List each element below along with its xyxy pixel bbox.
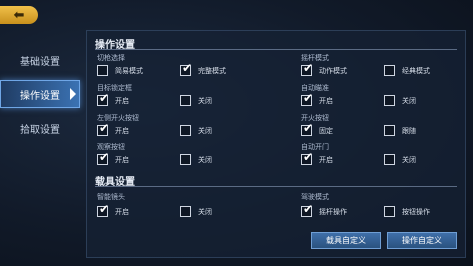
sidebar-item-basic-settings[interactable]: 基础设置	[0, 46, 80, 74]
option-action-mode[interactable]: ✔ 动作模式	[301, 61, 347, 76]
back-button[interactable]: ⬅	[0, 6, 38, 24]
option-auto-door-on[interactable]: ✔ 开启	[301, 150, 333, 165]
section-divider	[95, 186, 457, 187]
option-label: 开启	[319, 96, 333, 105]
checkbox[interactable]	[180, 206, 191, 217]
vehicle-custom-button[interactable]: 载具自定义	[311, 232, 381, 249]
settings-panel: 操作设置 切枪选择 简易模式 ✔ 完整模式 摇杆模式 ✔ 动作模式 经典模式 目…	[86, 30, 466, 258]
group-label-weapon-switch: 切枪选择	[97, 54, 125, 62]
check-icon: ✔	[99, 91, 110, 105]
check-icon: ✔	[99, 202, 110, 216]
option-smart-camera-off[interactable]: 关闭	[180, 206, 212, 217]
checkbox[interactable]	[180, 95, 191, 106]
option-auto-door-off[interactable]: 关闭	[384, 154, 416, 165]
checkbox[interactable]: ✔	[180, 61, 193, 76]
checkbox[interactable]: ✔	[97, 91, 110, 106]
check-icon: ✔	[182, 61, 193, 75]
option-label: 简易模式	[115, 66, 143, 75]
option-label: 关闭	[198, 126, 212, 135]
option-fire-fixed[interactable]: ✔ 固定	[301, 121, 333, 136]
checkbox[interactable]	[384, 95, 395, 106]
option-label: 开启	[319, 155, 333, 164]
option-label: 开启	[115, 126, 129, 135]
sidebar-item-pickup-settings[interactable]: 拾取设置	[0, 114, 80, 142]
sidebar-item-label: 拾取设置	[20, 124, 60, 136]
sidebar-item-label: 基础设置	[20, 56, 60, 68]
checkbox[interactable]	[384, 206, 395, 217]
operation-custom-button[interactable]: 操作自定义	[387, 232, 457, 249]
option-label: 完整模式	[198, 66, 226, 75]
checkbox[interactable]: ✔	[301, 202, 314, 217]
check-icon: ✔	[99, 121, 110, 135]
option-label: 开启	[115, 207, 129, 216]
checkbox[interactable]: ✔	[97, 150, 110, 165]
section-divider	[95, 49, 457, 50]
checkbox[interactable]: ✔	[301, 91, 314, 106]
option-left-fire-off[interactable]: 关闭	[180, 125, 212, 136]
checkbox[interactable]	[180, 125, 191, 136]
option-fire-follow[interactable]: 跟随	[384, 125, 416, 136]
check-icon: ✔	[303, 61, 314, 75]
group-label-driving-mode: 驾驶模式	[301, 193, 329, 201]
checkbox[interactable]: ✔	[301, 121, 314, 136]
option-label: 开启	[115, 155, 129, 164]
checkbox[interactable]: ✔	[97, 121, 110, 136]
option-label: 关闭	[198, 96, 212, 105]
top-bar: ⬅	[0, 0, 473, 30]
option-label: 关闭	[402, 96, 416, 105]
option-label: 关闭	[198, 207, 212, 216]
checkbox[interactable]	[384, 65, 395, 76]
option-auto-aim-off[interactable]: 关闭	[384, 95, 416, 106]
option-joystick-drive[interactable]: ✔ 摇杆操作	[301, 202, 347, 217]
option-smart-camera-on[interactable]: ✔ 开启	[97, 202, 129, 217]
option-observe-off[interactable]: 关闭	[180, 154, 212, 165]
checkbox[interactable]	[180, 154, 191, 165]
selected-arrow-icon	[70, 88, 76, 100]
checkbox[interactable]	[97, 65, 108, 76]
option-left-fire-on[interactable]: ✔ 开启	[97, 121, 129, 136]
option-label: 关闭	[198, 155, 212, 164]
back-arrow-icon: ⬅	[13, 7, 25, 23]
checkbox[interactable]	[384, 125, 395, 136]
option-label: 关闭	[402, 155, 416, 164]
checkbox[interactable]: ✔	[301, 61, 314, 76]
option-auto-aim-on[interactable]: ✔ 开启	[301, 91, 333, 106]
checkbox[interactable]: ✔	[301, 150, 314, 165]
sidebar-item-label: 操作设置	[20, 90, 60, 102]
option-label: 跟随	[402, 126, 416, 135]
check-icon: ✔	[303, 150, 314, 164]
option-label: 经典模式	[402, 66, 430, 75]
check-icon: ✔	[303, 202, 314, 216]
option-full-mode[interactable]: ✔ 完整模式	[180, 61, 226, 76]
sidebar: 基础设置 操作设置 拾取设置	[0, 40, 80, 160]
option-label: 摇杆操作	[319, 207, 347, 216]
option-target-lock-on[interactable]: ✔ 开启	[97, 91, 129, 106]
checkbox[interactable]: ✔	[97, 202, 110, 217]
check-icon: ✔	[99, 150, 110, 164]
option-simple-mode[interactable]: 简易模式	[97, 65, 143, 76]
option-label: 动作模式	[319, 66, 347, 75]
check-icon: ✔	[303, 91, 314, 105]
option-label: 开启	[115, 96, 129, 105]
option-observe-on[interactable]: ✔ 开启	[97, 150, 129, 165]
option-classic-mode[interactable]: 经典模式	[384, 65, 430, 76]
option-label: 按钮操作	[402, 207, 430, 216]
option-button-drive[interactable]: 按钮操作	[384, 206, 430, 217]
checkbox[interactable]	[384, 154, 395, 165]
sidebar-item-operation-settings[interactable]: 操作设置	[0, 80, 80, 108]
option-label: 固定	[319, 126, 333, 135]
group-label-smart-camera: 智能镜头	[97, 193, 125, 201]
option-target-lock-off[interactable]: 关闭	[180, 95, 212, 106]
check-icon: ✔	[303, 121, 314, 135]
